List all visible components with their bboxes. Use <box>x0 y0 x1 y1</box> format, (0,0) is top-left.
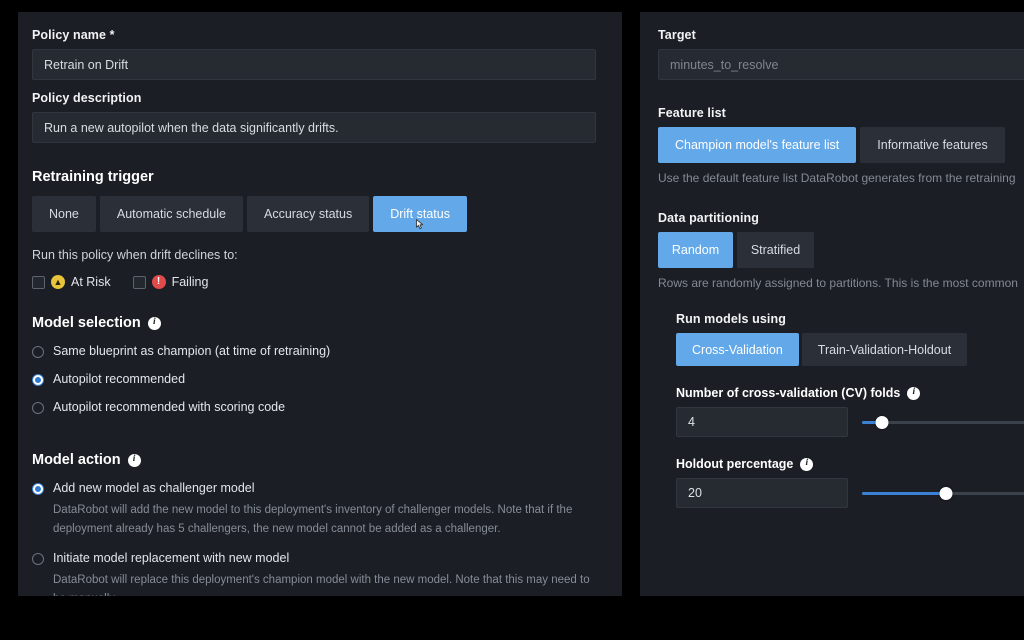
data-partitioning-label: Data partitioning <box>658 211 760 225</box>
at-risk-checkbox[interactable] <box>32 275 45 289</box>
at-risk-label: At Risk <box>71 275 111 289</box>
cv-folds-slider-thumb[interactable] <box>875 415 889 429</box>
same-blueprint-label: Same blueprint as champion (at time of r… <box>53 344 331 358</box>
policy-description-input[interactable]: Run a new autopilot when the data signif… <box>32 112 596 143</box>
retraining-settings-right-panel: Target minutes_to_resolve Feature list C… <box>640 12 1024 596</box>
run-models-using-label: Run models using <box>676 312 786 326</box>
model-selection-option-autopilot-scoring-code[interactable]: Autopilot recommended with scoring code <box>32 400 596 415</box>
add-challenger-radio[interactable] <box>32 483 44 495</box>
autopilot-label: Autopilot recommended <box>53 372 186 386</box>
holdout-percentage-info-icon[interactable]: i <box>800 457 814 471</box>
holdout-slider-fill <box>862 491 946 495</box>
target-label: Target <box>658 28 696 42</box>
partitioning-option-random[interactable]: Random <box>658 232 733 268</box>
retraining-policy-left-panel: Policy name * Retrain on Drift Policy de… <box>18 12 622 596</box>
feature-list-option-champion[interactable]: Champion model's feature list <box>658 127 857 163</box>
drift-helper-text: Run this policy when drift declines to: <box>32 248 238 262</box>
trigger-option-none[interactable]: None <box>32 196 96 232</box>
autopilot-scoring-code-radio[interactable] <box>32 402 44 414</box>
trigger-option-automatic-schedule[interactable]: Automatic schedule <box>99 196 243 232</box>
model-selection-title: Model selection i <box>32 315 596 331</box>
run-models-using-segmented-control[interactable]: Cross-Validation Train-Validation-Holdou… <box>676 333 1024 366</box>
data-partitioning-segmented-control[interactable]: Random Stratified <box>658 232 1024 268</box>
cv-folds-label: Number of cross-validation (CV) folds <box>676 386 901 400</box>
failing-checkbox[interactable] <box>132 275 146 289</box>
add-challenger-label: Add new model as challenger model <box>53 481 255 495</box>
replace-model-radio[interactable] <box>32 553 44 566</box>
holdout-percentage-label: Holdout percentage <box>676 457 794 471</box>
policy-name-input[interactable]: Retrain on Drift <box>32 49 596 80</box>
model-selection-option-same-blueprint[interactable]: Same blueprint as champion (at time of r… <box>32 344 596 359</box>
failing-glyph: ! <box>156 276 161 287</box>
trigger-option-drift-status[interactable]: Drift status <box>373 196 467 232</box>
at-risk-icon: ▲ <box>51 275 65 289</box>
failing-label: Failing <box>171 275 209 289</box>
holdout-percentage-block: Holdout percentage i 20 <box>676 457 1024 508</box>
feature-list-label: Feature list <box>658 106 726 120</box>
failing-icon: ! <box>151 275 166 289</box>
trigger-option-drift-status-label: Drift status <box>390 207 450 221</box>
holdout-label-row: Holdout percentage i <box>676 457 1024 471</box>
trigger-option-accuracy-status[interactable]: Accuracy status <box>246 196 370 232</box>
cv-folds-row: 4 <box>676 407 1024 437</box>
replace-model-description: DataRobot will replace this deployment's… <box>53 574 590 596</box>
cv-folds-block: Number of cross-validation (CV) folds i … <box>676 386 1024 437</box>
model-selection-info-icon[interactable]: i <box>147 316 161 330</box>
retraining-trigger-segmented-control[interactable]: None Automatic schedule Accuracy status … <box>32 196 596 232</box>
autopilot-radio[interactable] <box>32 374 44 386</box>
cv-folds-label-row: Number of cross-validation (CV) folds i <box>676 386 1024 400</box>
cv-folds-input[interactable]: 4 <box>676 407 848 437</box>
holdout-slider-thumb[interactable] <box>939 486 953 500</box>
add-challenger-description: DataRobot will add the new model to this… <box>53 504 573 535</box>
data-partitioning-hint: Rows are randomly assigned to partitions… <box>658 276 1018 290</box>
holdout-percentage-row: 20 <box>676 478 1024 508</box>
retraining-trigger-title-text: Retraining trigger <box>32 169 154 185</box>
holdout-percentage-slider[interactable] <box>862 486 1024 500</box>
run-models-option-cross-validation[interactable]: Cross-Validation <box>676 333 799 366</box>
model-action-title-text: Model action <box>32 452 121 468</box>
feature-list-hint: Use the default feature list DataRobot g… <box>658 171 1016 185</box>
app-screen: Policy name * Retrain on Drift Policy de… <box>0 0 1024 640</box>
holdout-percentage-input[interactable]: 20 <box>676 478 848 508</box>
at-risk-glyph: ▲ <box>53 276 63 287</box>
partitioning-option-stratified[interactable]: Stratified <box>737 232 814 268</box>
model-action-option-replace-model[interactable]: Initiate model replacement with new mode… <box>32 551 596 566</box>
cv-folds-info-icon[interactable]: i <box>907 386 921 400</box>
model-selection-option-autopilot[interactable]: Autopilot recommended <box>32 372 596 387</box>
cross-validation-settings-group: Run models using Cross-Validation Train-… <box>676 312 1024 508</box>
model-action-option-add-challenger[interactable]: Add new model as challenger model <box>32 481 596 496</box>
checkbox-item-at-risk[interactable]: ▲ At Risk <box>32 275 111 289</box>
drift-status-checkbox-row: ▲ At Risk ! Failing <box>32 275 596 289</box>
run-models-option-train-validation-holdout[interactable]: Train-Validation-Holdout <box>801 333 968 366</box>
model-action-info-icon[interactable]: i <box>127 453 141 467</box>
cv-folds-slider[interactable] <box>862 415 1024 429</box>
model-action-title: Model action i <box>32 452 596 468</box>
autopilot-scoring-code-label: Autopilot recommended with scoring code <box>53 400 286 414</box>
same-blueprint-radio[interactable] <box>32 346 44 358</box>
policy-description-label: Policy description <box>32 91 142 105</box>
replace-model-label: Initiate model replacement with new mode… <box>53 551 290 566</box>
retraining-trigger-title: Retraining trigger <box>32 169 596 185</box>
checkbox-item-failing[interactable]: ! Failing <box>132 275 209 289</box>
feature-list-option-informative[interactable]: Informative features <box>860 127 1005 163</box>
model-selection-title-text: Model selection <box>32 315 141 331</box>
policy-name-label: Policy name * <box>32 28 115 42</box>
target-input[interactable]: minutes_to_resolve <box>658 49 1024 80</box>
feature-list-segmented-control[interactable]: Champion model's feature list Informativ… <box>658 127 1024 163</box>
